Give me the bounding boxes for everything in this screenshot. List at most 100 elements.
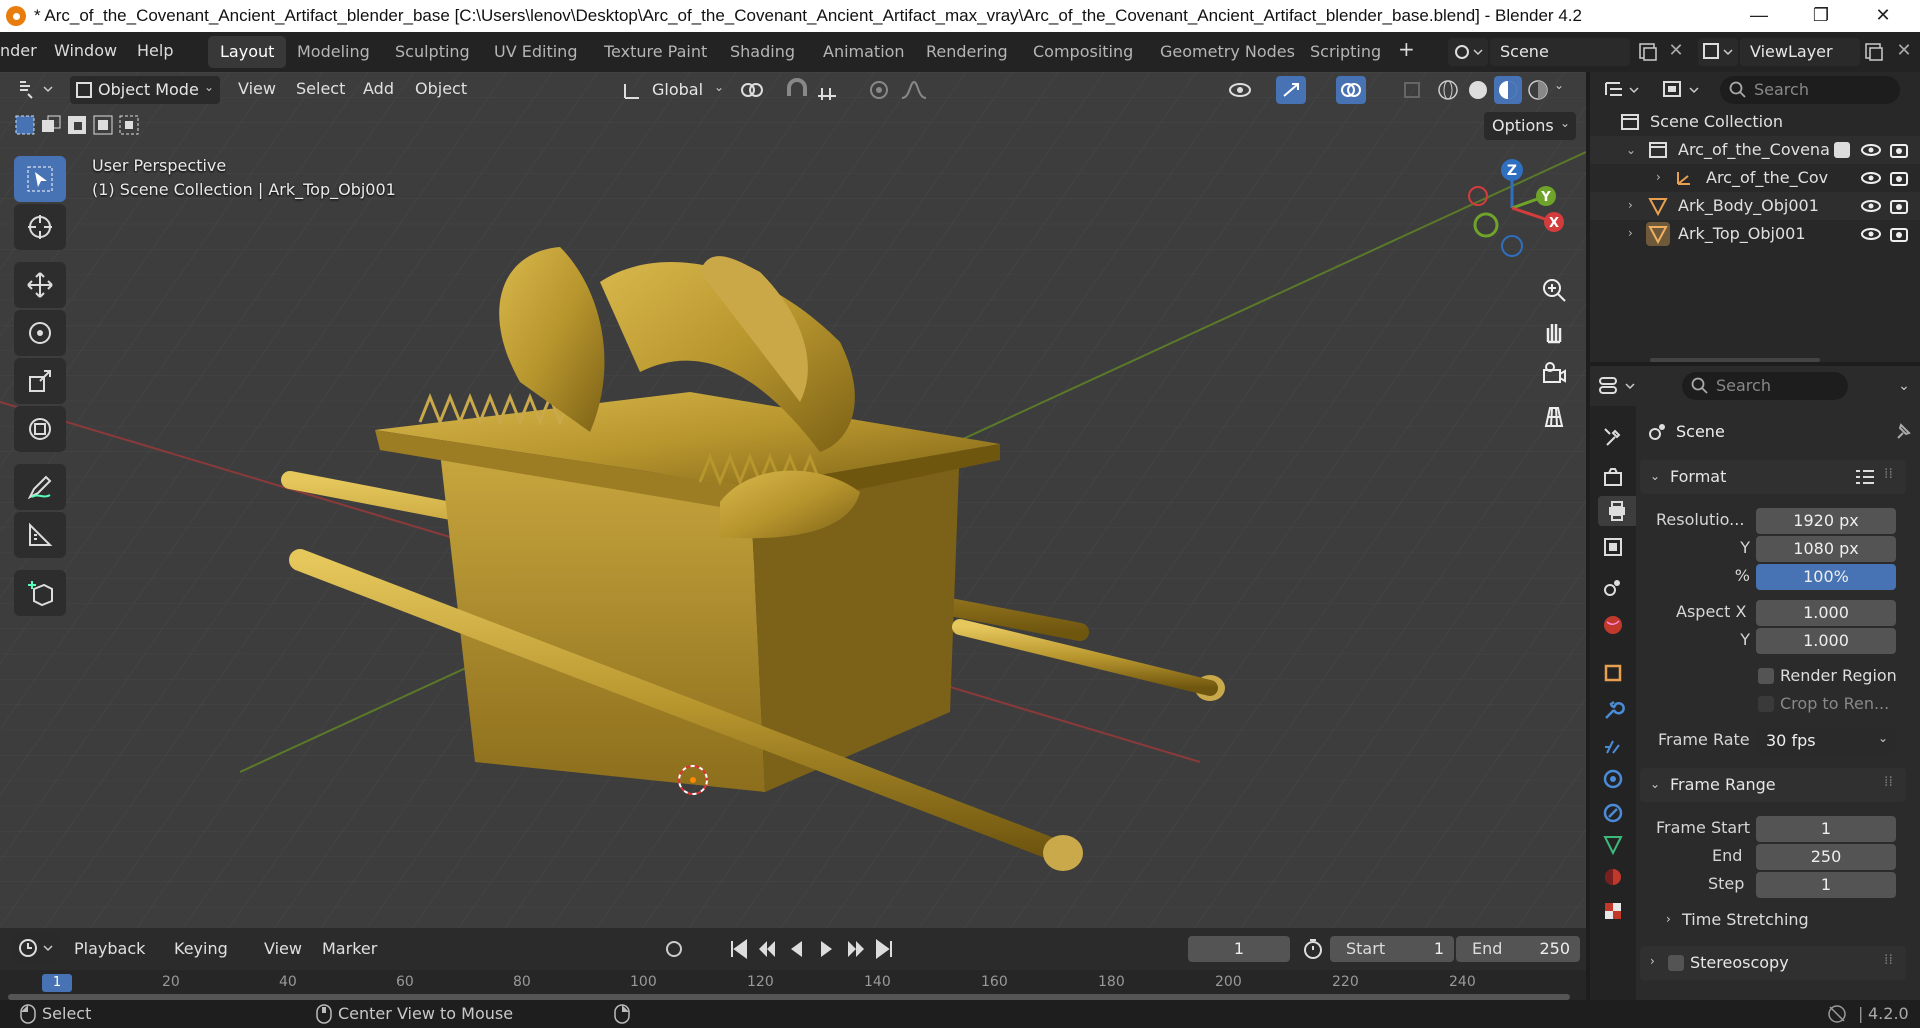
- tab-view-layer[interactable]: [1598, 532, 1628, 562]
- xray-toggle[interactable]: [1400, 76, 1426, 104]
- stereoscopy-panel-header[interactable]: › Stereoscopy ⁞⁞: [1640, 946, 1906, 980]
- properties-editor[interactable]: Search ⌄ Scene ⌄ Format ⁞⁞ Resolutio... …: [1590, 366, 1920, 1000]
- minimize-button[interactable]: —: [1728, 0, 1790, 32]
- playback-menu[interactable]: Playback: [74, 936, 145, 962]
- timeline-editor[interactable]: Playback Keying View Marker 1 Start 1 En…: [0, 928, 1586, 1000]
- eye-icon[interactable]: [1860, 140, 1882, 160]
- tab-workspace-scripting[interactable]: Scripting: [1298, 36, 1393, 68]
- close-button[interactable]: ✕: [1852, 0, 1914, 32]
- delete-viewlayer-icon[interactable]: ✕: [1892, 40, 1916, 64]
- tab-workspace-texture-paint[interactable]: Texture Paint: [592, 36, 719, 68]
- measure-tool[interactable]: [14, 512, 66, 558]
- gizmo-toggle[interactable]: [1276, 76, 1306, 104]
- object-menu[interactable]: Object: [415, 76, 467, 102]
- drag-handle-icon[interactable]: ⁞⁞: [1884, 774, 1893, 790]
- cursor-tool[interactable]: [14, 204, 66, 250]
- solid-shading-button[interactable]: [1466, 78, 1490, 102]
- tab-modifiers[interactable]: [1598, 696, 1628, 726]
- chevron-right-icon[interactable]: ›: [1628, 226, 1633, 240]
- camera-icon[interactable]: [1888, 196, 1910, 216]
- properties-search-input[interactable]: Search: [1682, 372, 1848, 400]
- outliner-row-ark-top[interactable]: › Ark_Top_Obj001: [1590, 220, 1920, 248]
- 3d-viewport[interactable]: Object Mode ⌄ View Select Add Object Glo…: [0, 72, 1586, 928]
- properties-editor-type[interactable]: [1596, 372, 1640, 400]
- eye-icon[interactable]: [1860, 196, 1882, 216]
- presets-list-icon[interactable]: [1854, 467, 1876, 487]
- select-subtract-icon[interactable]: [66, 114, 88, 136]
- outliner-row-collection[interactable]: ⌄ Arc_of_the_Covena: [1590, 136, 1920, 164]
- tab-workspace-shading[interactable]: Shading: [718, 36, 807, 68]
- aspect-y-field[interactable]: 1.000: [1756, 628, 1896, 654]
- camera-view-button[interactable]: [1536, 356, 1572, 392]
- drag-handle-icon[interactable]: ⁞⁞: [1884, 952, 1893, 968]
- outliner-row-empty-object[interactable]: › Arc_of_the_Cov: [1590, 164, 1920, 192]
- options-dropdown[interactable]: Options ⌄: [1484, 112, 1576, 140]
- outliner-row-scene-collection[interactable]: Scene Collection: [1590, 108, 1920, 136]
- tab-render[interactable]: [1598, 462, 1628, 492]
- keying-menu[interactable]: Keying: [174, 936, 228, 962]
- delete-scene-icon[interactable]: ✕: [1664, 40, 1688, 64]
- select-extend-icon[interactable]: [40, 114, 62, 136]
- resolution-y-field[interactable]: 1080 px: [1756, 536, 1896, 562]
- timeline-editor-type[interactable]: [14, 934, 58, 962]
- scene-field[interactable]: Scene: [1490, 38, 1630, 66]
- resolution-x-field[interactable]: 1920 px: [1756, 508, 1896, 534]
- material-shading-button[interactable]: [1494, 76, 1522, 104]
- editor-type-button[interactable]: [14, 76, 58, 104]
- scene-type-button[interactable]: [1448, 38, 1488, 66]
- tab-workspace-animation[interactable]: Animation: [811, 36, 917, 68]
- auto-keying-toggle[interactable]: [662, 938, 702, 960]
- zoom-button[interactable]: [1536, 272, 1572, 308]
- tab-data[interactable]: [1598, 830, 1628, 860]
- pan-button[interactable]: [1536, 314, 1572, 350]
- frame-ruler[interactable]: 20 40 60 80 100 120 140 160 180 200 220 240 1: [0, 970, 1586, 1000]
- render-region-checkbox[interactable]: [1758, 668, 1774, 684]
- select-box-tool[interactable]: [14, 156, 66, 202]
- outliner-editor-type[interactable]: [1600, 76, 1644, 104]
- chevron-down-icon[interactable]: ⌄: [1626, 143, 1636, 157]
- tab-workspace-geometry-nodes[interactable]: Geometry Nodes: [1148, 36, 1307, 68]
- shading-options-chevron-icon[interactable]: ⌄: [1554, 78, 1574, 102]
- menu-help[interactable]: Help: [137, 41, 173, 60]
- selection-mode-group[interactable]: [14, 114, 144, 138]
- tab-workspace-uv-editing[interactable]: UV Editing: [482, 36, 589, 68]
- tab-workspace-sculpting[interactable]: Sculpting: [383, 36, 482, 68]
- resolution-percent-slider[interactable]: 100%: [1756, 564, 1896, 590]
- outliner[interactable]: Search Scene Collection ⌄ Arc_of_the_Cov…: [1590, 72, 1920, 362]
- pivot-point-button[interactable]: [736, 76, 776, 104]
- exclude-checkbox[interactable]: [1834, 142, 1850, 158]
- tab-workspace-rendering[interactable]: Rendering: [914, 36, 1020, 68]
- overlay-toggle[interactable]: [1336, 76, 1366, 104]
- wireframe-shading-button[interactable]: [1436, 78, 1460, 102]
- playback-controls[interactable]: [726, 936, 896, 962]
- tab-constraints[interactable]: [1598, 798, 1628, 828]
- select-menu[interactable]: Select: [296, 76, 345, 102]
- tab-tool[interactable]: [1598, 422, 1628, 452]
- marker-menu[interactable]: Marker: [322, 936, 377, 962]
- transform-tool[interactable]: [14, 406, 66, 452]
- tab-workspace-compositing[interactable]: Compositing: [1021, 36, 1145, 68]
- network-off-icon[interactable]: [1826, 1003, 1848, 1025]
- tab-scene[interactable]: [1598, 572, 1628, 602]
- mode-selector[interactable]: Object Mode ⌄: [70, 76, 220, 104]
- frame-range-panel-header[interactable]: ⌄ Frame Range ⁞⁞: [1640, 768, 1906, 802]
- camera-icon[interactable]: [1888, 140, 1910, 160]
- time-stretching-subpanel[interactable]: › Time Stretching: [1650, 906, 1906, 936]
- snap-toggle[interactable]: [782, 76, 812, 104]
- stereoscopy-checkbox[interactable]: [1668, 955, 1684, 971]
- playhead-frame-indicator[interactable]: 1: [42, 974, 72, 992]
- jump-end-icon[interactable]: [871, 936, 896, 962]
- tab-texture[interactable]: [1598, 896, 1628, 926]
- tab-physics[interactable]: [1598, 764, 1628, 794]
- outliner-row-ark-body[interactable]: › Ark_Body_Obj001: [1590, 192, 1920, 220]
- maximize-button[interactable]: ❐: [1790, 0, 1852, 32]
- orientation-selector[interactable]: Global ⌄: [618, 76, 728, 104]
- snap-target-button[interactable]: [814, 76, 854, 104]
- rotate-tool[interactable]: [14, 310, 66, 356]
- end-frame-field[interactable]: End 250: [1456, 936, 1580, 962]
- navigation-gizmo[interactable]: Z Y X: [1460, 156, 1580, 276]
- eye-icon[interactable]: [1860, 168, 1882, 188]
- tab-particles[interactable]: [1598, 732, 1628, 762]
- select-new-icon[interactable]: [14, 114, 36, 136]
- menu-window[interactable]: Window: [54, 41, 117, 60]
